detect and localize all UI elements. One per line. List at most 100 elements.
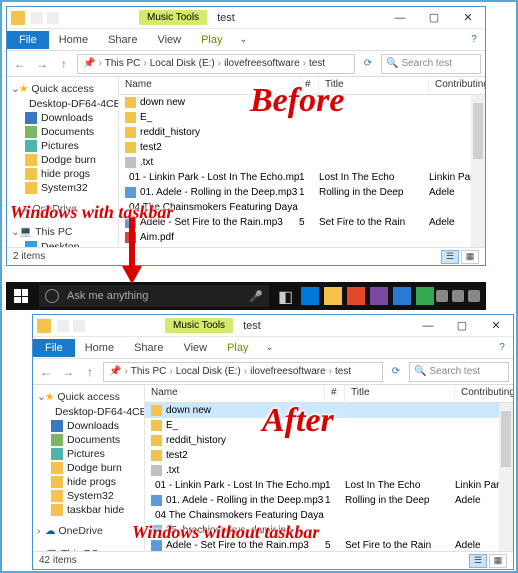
quick-access-header[interactable]: ⌄★Quick access (7, 81, 118, 97)
close-button[interactable]: ✕ (451, 7, 485, 29)
address-bar[interactable]: 📌›This PC›Local Disk (E:)›ilovefreesoftw… (103, 362, 383, 382)
maximize-button[interactable]: ▢ (445, 315, 479, 337)
breadcrumb[interactable]: ilovefreesoftware (248, 366, 328, 377)
breadcrumb[interactable]: This PC (129, 366, 169, 377)
titlebar[interactable]: Music Tools test — ▢ ✕ (33, 315, 513, 337)
col-contributing[interactable]: Contributing (455, 385, 513, 402)
minimize-button[interactable]: — (383, 7, 417, 29)
cortana-search[interactable]: Ask me anything 🎤 (39, 285, 269, 307)
file-row[interactable]: reddit_history (119, 125, 485, 140)
file-row[interactable]: Airplanes.mp3 1 Airplanes B.o.B ft Hayle… (119, 245, 485, 247)
forward-button[interactable]: → (33, 55, 51, 73)
refresh-icon[interactable]: ⟳ (387, 366, 405, 377)
help-icon[interactable]: ? (463, 34, 485, 45)
nav-item[interactable]: Pictures (7, 139, 118, 153)
col-contributing[interactable]: Contributing (429, 77, 485, 94)
breadcrumb[interactable]: ilovefreesoftware (222, 58, 302, 69)
navigation-pane[interactable]: ⌄★Quick accessDesktop-DF64-4CBA-86Downlo… (33, 385, 145, 551)
thumbnails-view-button[interactable]: ▦ (489, 554, 507, 568)
col-name[interactable]: Name (145, 385, 325, 402)
quick-access-toolbar[interactable] (31, 12, 59, 24)
col-number[interactable]: # (325, 385, 345, 402)
up-button[interactable]: ↑ (81, 363, 99, 381)
taskbar[interactable]: Ask me anything 🎤 ◧ (6, 282, 486, 310)
minimize-button[interactable]: — (411, 315, 445, 337)
forward-button[interactable]: → (59, 363, 77, 381)
file-row[interactable]: test2 (145, 448, 513, 463)
file-row[interactable]: E_ (119, 110, 485, 125)
home-tab[interactable]: Home (49, 31, 98, 49)
breadcrumb[interactable]: This PC (103, 58, 143, 69)
share-tab[interactable]: Share (124, 339, 173, 357)
scrollbar[interactable] (471, 95, 485, 247)
quick-access-header[interactable]: ⌄★Quick access (33, 389, 144, 405)
nav-item[interactable]: hide progs (33, 475, 144, 489)
play-tab[interactable]: Play (191, 31, 232, 49)
ribbon-expand-icon[interactable]: ⌄ (259, 342, 281, 353)
file-tab[interactable]: File (7, 31, 49, 49)
thispc-header[interactable]: ⌄💻This PC (33, 545, 144, 551)
search-box[interactable]: 🔍Search test (381, 54, 481, 74)
scrollbar-thumb[interactable] (473, 103, 483, 159)
nav-item[interactable]: Desktop-DF64-4CBA-86 (7, 97, 118, 111)
taskbar-apps[interactable]: ◧ (278, 287, 434, 305)
file-row[interactable]: Adele - Set Fire to the Rain.mp3 5 Set F… (145, 538, 513, 551)
breadcrumb[interactable]: Local Disk (E:) (148, 58, 217, 69)
pinned-app-3[interactable] (347, 287, 365, 305)
file-list[interactable]: Name # Title Contributing down new E_ re… (145, 385, 513, 551)
file-row[interactable]: 01. Adele - Rolling in the Deep.mp3 1 Ro… (119, 185, 485, 200)
nav-item[interactable]: Desktop-DF64-4CBA-86 (33, 405, 144, 419)
nav-item[interactable]: taskbar hide (33, 503, 144, 517)
nav-item[interactable]: System32 (33, 489, 144, 503)
breadcrumb[interactable]: test (307, 58, 327, 69)
navigation-pane[interactable]: ⌄★Quick accessDesktop-DF64-4CBA-86Downlo… (7, 77, 119, 247)
details-view-button[interactable]: ☰ (469, 554, 487, 568)
scrollbar-thumb[interactable] (501, 411, 511, 467)
task-view-icon[interactable]: ◧ (278, 287, 296, 305)
file-row[interactable]: 04 The Chainsmokers Featuring Daya - Don… (119, 200, 485, 215)
nav-item[interactable]: Desktop (7, 240, 118, 247)
nav-item[interactable]: Downloads (7, 111, 118, 125)
file-row[interactable]: 01. Adele - Rolling in the Deep.mp3 1 Ro… (145, 493, 513, 508)
share-tab[interactable]: Share (98, 31, 147, 49)
file-row[interactable]: 35_brachiosaurus_damir.jpg (145, 523, 513, 538)
home-tab[interactable]: Home (75, 339, 124, 357)
nav-item[interactable]: Dodge burn (7, 153, 118, 167)
column-headers[interactable]: Name # Title Contributing (145, 385, 513, 403)
file-row[interactable]: .txt (145, 463, 513, 478)
microphone-icon[interactable]: 🎤 (249, 290, 263, 303)
nav-item[interactable]: Pictures (33, 447, 144, 461)
titlebar[interactable]: Music Tools test — ▢ ✕ (7, 7, 485, 29)
address-bar[interactable]: 📌›This PC›Local Disk (E:)›ilovefreesoftw… (77, 54, 355, 74)
file-row[interactable]: Adele - Set Fire to the Rain.mp3 5 Set F… (119, 215, 485, 230)
file-row[interactable]: down new (145, 403, 513, 418)
file-row[interactable]: E_ (145, 418, 513, 433)
file-row[interactable]: down new (119, 95, 485, 110)
tray-icon[interactable] (468, 290, 480, 302)
column-headers[interactable]: Name # Title Contributing (119, 77, 485, 95)
pinned-app-4[interactable] (370, 287, 388, 305)
nav-item[interactable]: System32 (7, 181, 118, 195)
play-tab[interactable]: Play (217, 339, 258, 357)
nav-item[interactable]: Downloads (33, 419, 144, 433)
start-button[interactable] (6, 282, 36, 310)
file-row[interactable]: 01 - Linkin Park - Lost In The Echo.mp3 … (145, 478, 513, 493)
system-tray[interactable] (436, 290, 486, 302)
back-button[interactable]: ← (11, 55, 29, 73)
nav-item[interactable]: hide progs (7, 167, 118, 181)
col-title[interactable]: Title (345, 385, 455, 402)
onedrive-header[interactable]: ›☁OneDrive (7, 201, 118, 217)
details-view-button[interactable]: ☰ (441, 250, 459, 264)
refresh-icon[interactable]: ⟳ (359, 58, 377, 69)
quick-access-toolbar[interactable] (57, 320, 85, 332)
ribbon-context-tab[interactable]: Music Tools (165, 318, 233, 333)
maximize-button[interactable]: ▢ (417, 7, 451, 29)
view-tab[interactable]: View (147, 31, 191, 49)
file-row[interactable]: .txt (119, 155, 485, 170)
help-icon[interactable]: ? (491, 342, 513, 353)
col-title[interactable]: Title (319, 77, 429, 94)
file-row[interactable]: 04 The Chainsmokers Featuring Daya - Don… (145, 508, 513, 523)
back-button[interactable]: ← (37, 363, 55, 381)
ribbon-expand-icon[interactable]: ⌄ (233, 34, 255, 45)
breadcrumb[interactable]: test (333, 366, 353, 377)
